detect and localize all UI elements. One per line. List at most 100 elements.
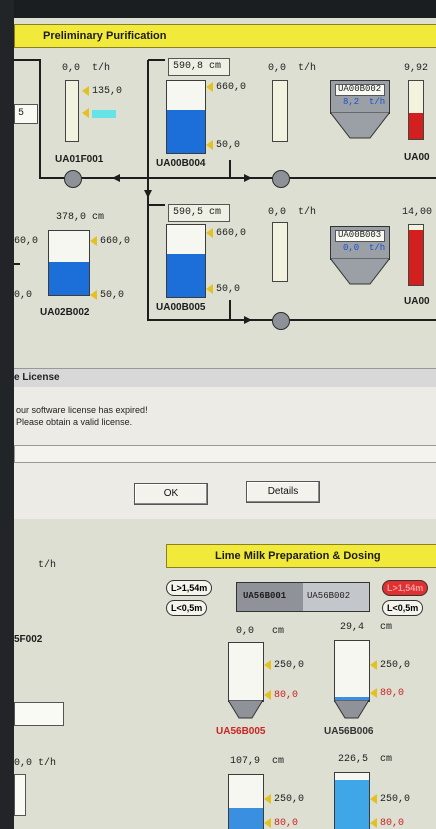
left-edge-field: 5 [14,104,38,124]
tank-b007-low: 80,0 [274,818,299,829]
alarm-tube-2 [408,224,424,286]
tank-ua02b002[interactable] [48,230,90,296]
pump-icon[interactable] [64,170,82,188]
tank-b006-label: UA56B006 [324,726,374,737]
right-1-label: UA00 [404,152,430,163]
dialog-detail-field [14,445,436,463]
hopper-2-flow: 0,0 [343,243,360,253]
tank-b007-high: 250,0 [274,794,305,805]
tube-mid-2-unit: t/h [298,207,317,218]
flow-arrow-2 [244,174,252,182]
details-button[interactable]: Details [246,481,320,503]
flow-arrow-4 [144,190,152,198]
tank-ua02b002-level: 378,0 cm [56,212,105,223]
tank-b008-value: 226,5 [338,754,369,765]
ua01-label: UA01F001 [55,154,104,165]
hopper-icon[interactable]: UA00B003 0,0 t/h [330,226,390,260]
tube-mid-1 [272,80,288,142]
lime-milk-title-bar: Lime Milk Preparation & Dosing [166,544,436,568]
monitor-bezel-left [0,0,14,829]
level-marker-icon [206,82,213,92]
tank-ua00b005-level-box: 590,5 cm [168,204,230,222]
dialog-title-bar: e License [0,369,436,387]
hopper-2-label: UA00B003 [338,230,382,240]
flow-1-value: 0,0 [62,63,81,74]
left-label: 5F002 [14,634,43,645]
level-marker-icon [264,690,271,700]
dialog-title: e License [14,372,60,383]
tank-b005[interactable] [228,642,264,702]
tank-ua00b005[interactable] [166,224,206,298]
tank-b008-unit: cm [380,754,393,765]
unit-label-2: UA56B002 [307,591,351,601]
ua01-setpoint: 135,0 [92,86,123,97]
hopper-1-cone [330,112,390,139]
tank-b007-unit: cm [272,756,285,767]
tank-b008-low: 80,0 [380,818,405,829]
level-marker-icon [206,284,213,294]
tube-mid-2-value: 0,0 [268,207,287,218]
right-2-value: 14,00 [402,207,433,218]
tank-b007[interactable] [228,774,264,829]
alarm-tube-1 [408,80,424,140]
pump-icon[interactable] [272,170,290,188]
pump-icon[interactable] [272,312,290,330]
setpoint-cyan-box [92,110,116,118]
hopper-1-flow: 8,2 [343,97,360,107]
right-2-label: UA00 [404,296,430,307]
tank-fill [167,109,205,153]
level-marker-icon [264,660,271,670]
level-marker-icon [264,818,271,828]
hopper-2-unit: t/h [369,243,386,253]
level-marker-icon [264,794,271,804]
hopper-icon[interactable]: UA00B002 8,2 t/h [330,80,390,114]
tank-fill [49,261,89,295]
tank-b005-unit: cm [272,626,285,637]
flow-arrow-3 [244,316,252,324]
level-marker-icon [90,290,97,300]
tank-b005-cone [228,700,264,719]
tank-b006-high: 250,0 [380,660,411,671]
tank-ua02b002-high: 660,0 [100,236,131,247]
tank-b008-high: 250,0 [380,794,411,805]
level-low-pill-left: L<0,5m [166,600,208,616]
left-flow-unit: t/h [38,560,57,571]
photo-of-hmi-screen: Preliminary Purification 5 0,0 t/h 135,0… [0,0,436,829]
tank-b005-low: 80,0 [274,690,299,701]
unit-box[interactable]: UA56B001 UA56B002 [236,582,370,612]
tank-b006-unit: cm [380,622,393,633]
tank-b008[interactable] [334,772,370,829]
level-high-pill-left: L>1,54m [166,580,213,596]
hopper-2-cone [330,258,390,285]
tank-fill [167,253,205,297]
tank-b006[interactable] [334,640,370,702]
right-1-value: 9,92 [404,63,429,74]
level-marker-icon [370,688,377,698]
flow-1-unit: t/h [92,63,111,74]
level-low-pill-right: L<0,5m [382,600,424,616]
left-edge-gauge [14,774,26,816]
left-input-field[interactable] [14,702,64,726]
tank-ua02b002-label: UA02B002 [40,307,90,318]
level-marker-icon [90,236,97,246]
tank-ua00b005-low: 50,0 [216,284,241,295]
flow-arrow-1 [112,174,120,182]
ok-button[interactable]: OK [134,483,208,505]
lime-milk-title: Lime Milk Preparation & Dosing [215,550,381,562]
hopper-1-unit: t/h [369,97,386,107]
tank-ua00b004-level-box: 590,8 cm [168,58,230,76]
level-marker-icon [206,140,213,150]
tank-b005-label: UA56B005 [216,726,266,737]
level-marker-icon [82,108,89,118]
left-flow-2-value: 0,0 [14,758,33,769]
tube-mid-1-unit: t/h [298,63,317,74]
left-flow-2-unit: t/h [38,758,57,769]
tank-b006-cone [334,700,370,719]
level-marker-icon [370,818,377,828]
flow-1-tube [65,80,79,142]
dialog-message-1: our software license has expired! [16,405,148,415]
license-dialog: e License our software license has expir… [0,368,436,519]
tank-ua00b004[interactable] [166,80,206,154]
left-value-1: 60,0 [14,236,39,247]
tank-b007-value: 107,9 [230,756,261,767]
